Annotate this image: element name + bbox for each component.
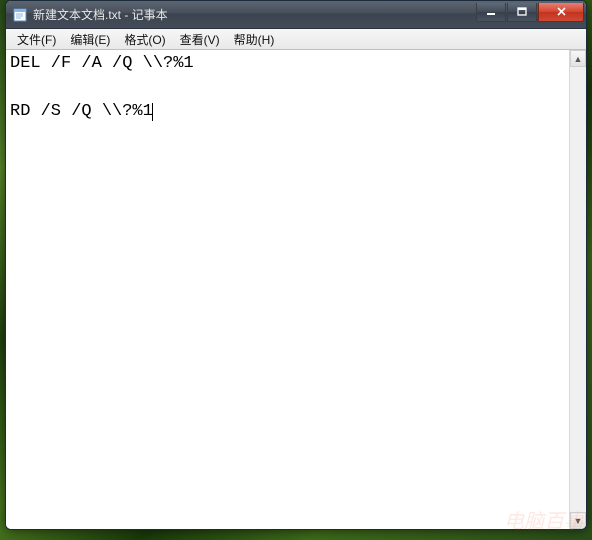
- editor-area: DEL /F /A /Q \\?%1 RD /S /Q \\?%1 ▲ ▼: [6, 50, 586, 529]
- menubar: 文件(F) 编辑(E) 格式(O) 查看(V) 帮助(H): [6, 29, 586, 50]
- text-editor[interactable]: DEL /F /A /Q \\?%1 RD /S /Q \\?%1: [6, 50, 569, 529]
- vertical-scrollbar[interactable]: ▲ ▼: [569, 50, 586, 529]
- close-button[interactable]: [538, 3, 584, 22]
- menu-help[interactable]: 帮助(H): [227, 29, 282, 50]
- maximize-button[interactable]: [507, 3, 537, 22]
- titlebar[interactable]: 新建文本文档.txt - 记事本: [6, 1, 586, 29]
- menu-file[interactable]: 文件(F): [10, 29, 63, 50]
- text-caret: [152, 103, 153, 121]
- menu-view[interactable]: 查看(V): [173, 29, 227, 50]
- menu-format[interactable]: 格式(O): [117, 29, 172, 50]
- minimize-button[interactable]: [476, 3, 506, 22]
- editor-content: DEL /F /A /Q \\?%1 RD /S /Q \\?%1: [10, 54, 194, 121]
- notepad-window: 新建文本文档.txt - 记事本 文件(F) 编辑(E) 格式(O) 查看(V)…: [5, 0, 587, 530]
- window-controls: [476, 3, 584, 22]
- scroll-up-arrow[interactable]: ▲: [570, 50, 586, 67]
- notepad-icon: [12, 7, 28, 23]
- menu-edit[interactable]: 编辑(E): [63, 29, 117, 50]
- scroll-down-arrow[interactable]: ▼: [570, 512, 586, 529]
- window-title: 新建文本文档.txt - 记事本: [33, 6, 476, 23]
- scroll-track[interactable]: [570, 67, 586, 512]
